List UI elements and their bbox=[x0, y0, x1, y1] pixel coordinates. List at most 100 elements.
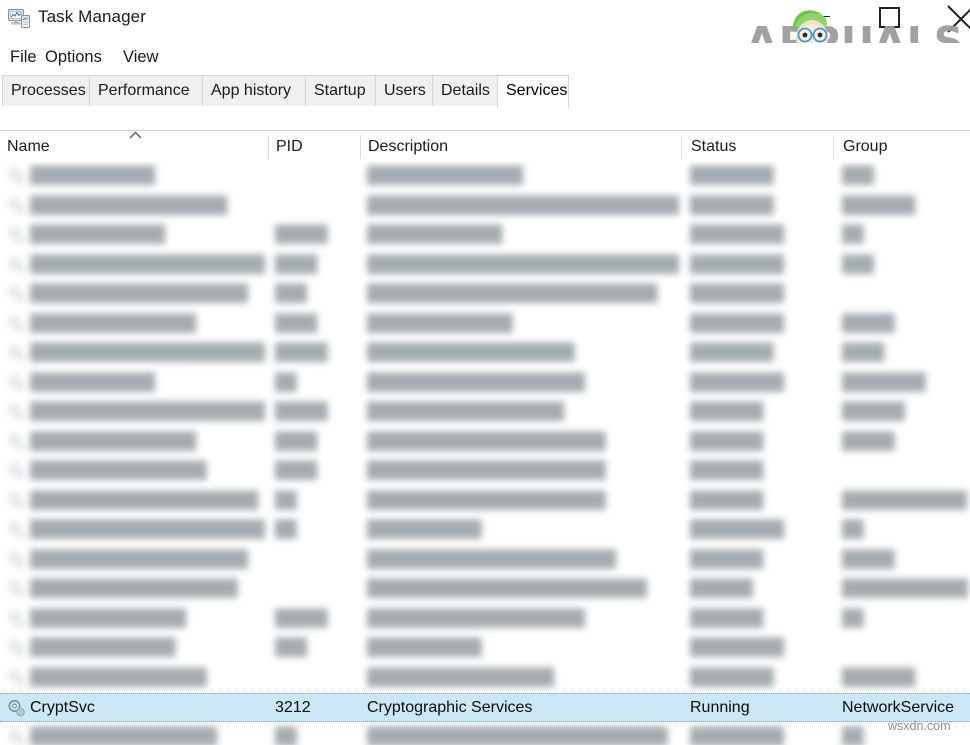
table-row[interactable]: ████████████████████████████████████████… bbox=[0, 428, 970, 457]
table-row[interactable]: ████████████████████████████████████████… bbox=[0, 339, 970, 368]
tab-startup[interactable]: Startup bbox=[305, 75, 376, 106]
cell-blurred: ████ bbox=[842, 344, 884, 361]
cell-blurred: ████████ bbox=[690, 197, 774, 214]
table-row[interactable]: ████████████████████████████████████████… bbox=[0, 251, 970, 280]
menu-item-options[interactable]: Options bbox=[40, 46, 107, 69]
table-row-selected[interactable]: CryptSvc 3212 Cryptographic Services Runnin… bbox=[0, 693, 970, 722]
service-gears-icon bbox=[8, 257, 25, 274]
cell-blurred: ███████████████████ bbox=[367, 403, 564, 420]
column-header-name[interactable]: Name bbox=[7, 131, 50, 162]
service-gears-icon bbox=[8, 729, 25, 745]
tab-users[interactable]: Users bbox=[375, 75, 433, 106]
service-gears-icon bbox=[8, 611, 25, 628]
cell-blurred: ████ bbox=[275, 433, 317, 450]
window-title: Task Manager bbox=[38, 7, 146, 26]
table-row[interactable]: ████████████████████████████████████████… bbox=[0, 192, 970, 221]
tab-performance[interactable]: Performance bbox=[89, 75, 203, 106]
cell-blurred: ████████████████████████████████ bbox=[367, 256, 679, 273]
tab-processes[interactable]: Processes bbox=[2, 75, 90, 106]
cell-blurred: ████ bbox=[275, 462, 317, 479]
tab-details[interactable]: Details bbox=[432, 75, 498, 106]
service-gears-icon bbox=[8, 640, 25, 657]
table-row[interactable]: ████████████████████████████████████████… bbox=[0, 369, 970, 398]
cell-blurred: █████ bbox=[275, 403, 328, 420]
cell-blurred: ███████ bbox=[690, 433, 763, 450]
menu-item-view[interactable]: View bbox=[118, 46, 163, 69]
table-row[interactable]: ████████████████████████████████████████… bbox=[0, 605, 970, 634]
cell-blurred: ████████████ bbox=[30, 374, 155, 391]
table-row[interactable]: ████████████████████████████████████████… bbox=[0, 310, 970, 339]
cell-blurred: ███████████████████████ bbox=[30, 344, 265, 361]
cell-blurred: █████████ bbox=[690, 226, 784, 243]
cell-blurred: ████ bbox=[275, 256, 317, 273]
service-gears-icon bbox=[8, 522, 25, 539]
column-divider-status[interactable] bbox=[833, 135, 834, 159]
cell-blurred: ████████████ bbox=[842, 492, 967, 509]
tab-services[interactable]: Services bbox=[497, 75, 569, 108]
cell-blurred: ██ bbox=[275, 492, 297, 509]
cell-description: Cryptographic Services bbox=[367, 699, 533, 716]
table-row[interactable]: ████████████████████████████████████████… bbox=[0, 221, 970, 250]
services-list[interactable]: ████████████ ███████████████ ████████ ███ ██… bbox=[0, 162, 970, 745]
table-row[interactable]: ██████████████ ███ ███████████ █████████ bbox=[0, 634, 970, 663]
service-gears-icon bbox=[8, 552, 25, 569]
cell-blurred: ██████ bbox=[690, 580, 753, 597]
cell-blurred: ███████████████████████ bbox=[30, 256, 265, 273]
table-row[interactable]: ████████████████████████████████████████… bbox=[0, 487, 970, 516]
cell-blurred: █████ bbox=[842, 433, 895, 450]
cell-blurred: ████████████████████████ bbox=[367, 551, 616, 568]
column-divider-name[interactable] bbox=[268, 135, 269, 159]
table-row[interactable]: ████████████████████████████████████████… bbox=[0, 516, 970, 545]
cell-blurred: ████████████████████ bbox=[367, 344, 575, 361]
table-row[interactable]: ████████████████████████████████████████… bbox=[0, 664, 970, 693]
service-gears-icon bbox=[8, 404, 25, 421]
table-row[interactable]: ████████████████████████████████████████… bbox=[0, 457, 970, 486]
cell-blurred: █████████████████████ bbox=[367, 374, 585, 391]
cell-blurred: █████████ bbox=[690, 639, 784, 656]
table-row[interactable]: ████████████ ███████████████ ████████ ███ bbox=[0, 162, 970, 191]
column-header-description[interactable]: Description bbox=[368, 131, 448, 162]
cell-blurred: ██ bbox=[842, 610, 864, 627]
table-row[interactable]: ████████████████████████████████████████… bbox=[0, 398, 970, 427]
column-header-pid[interactable]: PID bbox=[276, 131, 303, 162]
cell-blurred: ███████ bbox=[690, 403, 763, 420]
cell-name: CryptSvc bbox=[30, 699, 95, 716]
table-row[interactable]: ████████████████████████████████████████… bbox=[0, 546, 970, 575]
cell-blurred: ███████████ bbox=[367, 521, 482, 538]
service-gears-icon bbox=[8, 227, 25, 244]
cell-blurred: █████ bbox=[275, 226, 328, 243]
table-row[interactable]: ████████████████████████████████████████… bbox=[0, 280, 970, 309]
cell-blurred: ███████ bbox=[842, 669, 915, 686]
table-row[interactable]: ████████████████████████████████████████… bbox=[0, 723, 970, 745]
cell-blurred: █████████ bbox=[690, 315, 784, 332]
title-bar: Task Manager APPUALS bbox=[0, 0, 970, 66]
column-header-status[interactable]: Status bbox=[691, 131, 736, 162]
cell-blurred: ███████████████ bbox=[30, 610, 186, 627]
column-divider-pid[interactable] bbox=[360, 135, 361, 159]
service-gears-icon bbox=[8, 581, 25, 598]
service-gears-icon bbox=[8, 286, 25, 303]
cell-blurred: ██ bbox=[275, 728, 297, 745]
cell-blurred: ███████ bbox=[690, 492, 763, 509]
cell-blurred: ████████ bbox=[842, 374, 926, 391]
column-header-group[interactable]: Group bbox=[843, 131, 887, 162]
tab-content-separator bbox=[0, 106, 970, 107]
cell-blurred: ████████████████ bbox=[30, 433, 196, 450]
cell-blurred: █████████████████████ bbox=[367, 610, 585, 627]
cell-blurred: ██ bbox=[275, 374, 297, 391]
task-manager-icon bbox=[8, 9, 30, 28]
menu-bar: File Options View bbox=[0, 43, 970, 73]
cell-blurred: █████ bbox=[275, 610, 328, 627]
cell-blurred: ██████████████ bbox=[30, 639, 176, 656]
cell-blurred: ████████████ bbox=[30, 167, 155, 184]
cell-blurred: █████ bbox=[842, 315, 895, 332]
table-row[interactable]: ████████████████████████████████████████… bbox=[0, 575, 970, 604]
service-gears-icon bbox=[8, 345, 25, 362]
chevron-up-icon bbox=[129, 131, 142, 139]
menu-item-file[interactable]: File bbox=[5, 46, 42, 69]
cell-blurred: ███████████████████████ bbox=[367, 433, 606, 450]
cell-blurred: ██ bbox=[275, 521, 297, 538]
column-divider-description[interactable] bbox=[681, 135, 682, 159]
cell-blurred: █████████████████ bbox=[30, 462, 207, 479]
tab-app-history[interactable]: App history bbox=[202, 75, 306, 106]
